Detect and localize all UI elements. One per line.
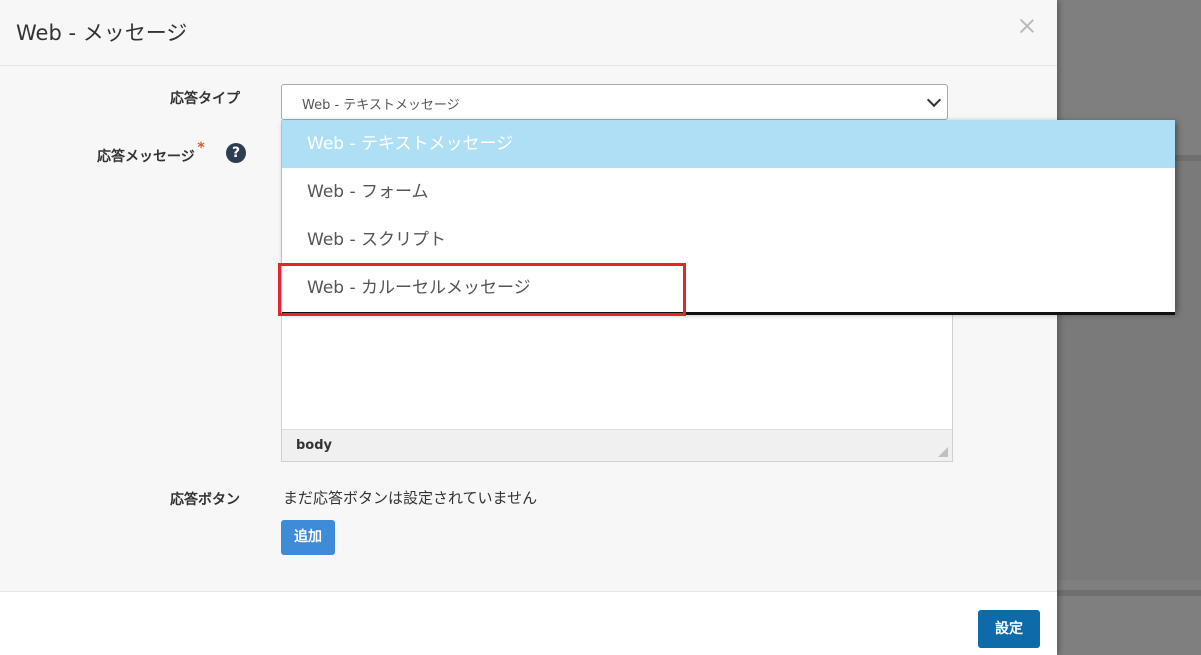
- message-modal: Web - メッセージ 応答タイプ 応答メッセージ * ? body Web -…: [0, 0, 1057, 655]
- response-type-select-value: Web - テキストメッセージ: [302, 98, 460, 113]
- response-message-label-wrap: 応答メッセージ *: [97, 140, 205, 166]
- response-message-label: 応答メッセージ: [97, 149, 195, 165]
- dropdown-option-script[interactable]: Web - スクリプト: [282, 216, 1175, 264]
- highlight-annotation-box: [278, 263, 686, 316]
- help-icon[interactable]: ?: [226, 143, 246, 163]
- footer-divider: [0, 591, 1057, 592]
- no-buttons-message: まだ応答ボタンは設定されていません: [283, 489, 538, 507]
- dropdown-option-form[interactable]: Web - フォーム: [282, 168, 1175, 216]
- response-button-label: 応答ボタン: [170, 492, 240, 508]
- dropdown-option-text-message[interactable]: Web - テキストメッセージ: [282, 120, 1175, 168]
- close-icon[interactable]: [1018, 17, 1036, 35]
- add-button[interactable]: 追加: [281, 520, 335, 555]
- editor-element-path[interactable]: body: [296, 438, 332, 453]
- modal-header: Web - メッセージ: [0, 0, 1057, 66]
- required-mark: *: [197, 140, 205, 156]
- response-type-label: 応答タイプ: [170, 91, 240, 107]
- chevron-down-icon: [926, 92, 942, 108]
- editor-statusbar: body: [282, 429, 952, 461]
- background-divider: [1057, 590, 1201, 596]
- submit-button[interactable]: 設定: [978, 610, 1040, 648]
- resize-icon[interactable]: [938, 447, 948, 457]
- modal-title: Web - メッセージ: [16, 21, 188, 45]
- response-type-select[interactable]: Web - テキストメッセージ: [281, 84, 948, 120]
